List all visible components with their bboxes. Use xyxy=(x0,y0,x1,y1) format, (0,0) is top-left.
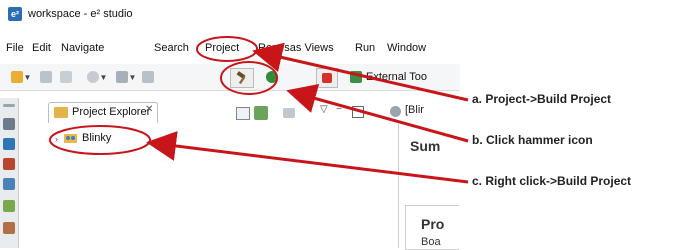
annotation-a-label: a. Project->Build Project xyxy=(472,92,612,106)
arrow-b xyxy=(286,83,469,143)
annotation-c-label: c. Right click->Build Project xyxy=(472,174,632,188)
arrow-c xyxy=(146,131,469,184)
highlight-hammer xyxy=(220,61,278,95)
arrow-a xyxy=(252,42,469,102)
highlight-blinky xyxy=(49,125,151,155)
annotation-b-label: b. Click hammer icon xyxy=(472,133,593,147)
highlight-project-menu xyxy=(196,36,258,62)
annotation-overlay xyxy=(49,36,469,184)
